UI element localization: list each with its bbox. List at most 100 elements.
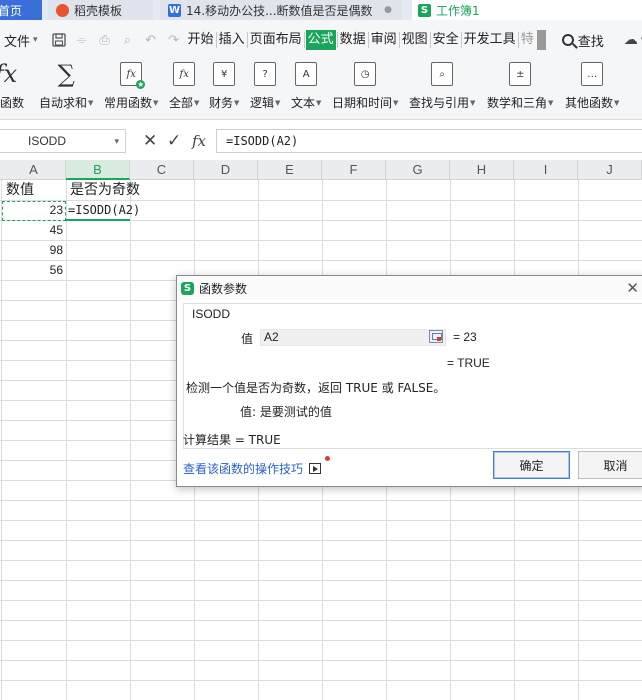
print-icon[interactable]: ⎙ [96,31,114,49]
ribbon-label: 文本 ▼ [291,94,321,111]
function-name: ISODD [192,307,231,321]
insert-function-icon[interactable]: fx [192,131,206,151]
ribbon-label-text: 文本 [291,96,316,110]
menu-divider [517,32,519,48]
grid-line [0,660,642,661]
formula-text: =ISODD(A2) [226,134,299,148]
dialog-title-bar[interactable]: S 函数参数 ✕ [177,276,642,300]
function-arguments-dialog: S 函数参数 ✕ ISODD 值 A2 = 23 = TRUE 检测一个值是否为… [176,275,642,487]
undo-icon[interactable]: ↶ [142,31,160,49]
menu-divider [398,32,400,48]
tab-daoke-templates[interactable]: 稻壳模板 [48,0,153,20]
range-picker-icon[interactable] [429,330,443,343]
confirm-entry-icon[interactable]: ✓ [167,131,181,151]
column-header-d[interactable]: D [194,160,258,180]
menu-insert[interactable]: 插入 [218,30,246,50]
ribbon-lookup-reference[interactable]: ⌕ 查找与引用 ▼ [409,62,475,111]
menu-home[interactable]: 开始 [187,30,215,50]
tab-home[interactable]: 首页 [0,0,42,20]
ribbon-label: 日期和时间 ▼ [332,94,398,111]
cell-a5[interactable]: 56 [2,261,66,280]
ribbon-date-time[interactable]: ◷ 日期和时间 ▼ [332,62,398,111]
ribbon-label: 财务 ▼ [209,94,239,111]
yen-icon: ¥ [213,62,236,86]
dropdown-arrow-icon: ▼ [194,98,200,107]
column-header-a[interactable]: A [2,160,66,180]
ribbon-math-trig[interactable]: ± 数学和三角 ▼ [487,62,553,111]
dropdown-arrow-icon: ▼ [614,98,620,107]
ribbon-text[interactable]: A 文本 ▼ [291,62,321,111]
dropdown-arrow-icon: ▼ [153,98,159,107]
word-doc-icon: W [168,3,181,17]
menu-page-layout[interactable]: 页面布局 [249,30,303,50]
ribbon-autosum[interactable]: ∑ 自动求和 ▼ [39,60,93,111]
column-header-g[interactable]: G [386,160,450,180]
dropdown-arrow-icon: ▼ [548,98,554,107]
dropdown-arrow-icon: ▼ [316,98,322,107]
quick-access-toolbar: ⌯ ⎙ ⌕ ↶ ↷ [50,31,183,49]
menu-review[interactable]: 审阅 [370,30,398,50]
cell-b1[interactable]: 是否为奇数 [66,181,196,200]
cloud-sync-button[interactable]: ☁ ▾ [624,32,642,48]
ribbon-label-text: 常用函数 [104,96,153,110]
ribbon-label-text: 全部 [169,96,194,110]
name-box[interactable]: ISODD ▾ [0,129,126,153]
tab-workbook[interactable]: S 工作簿1 [412,0,642,20]
grid-line [0,620,642,621]
ribbon-common-functions[interactable]: fx ★ 常用函数 ▼ [104,62,158,111]
save-icon[interactable] [50,31,68,49]
menu-developer[interactable]: 开发工具 [463,30,517,50]
menu-divider [367,32,369,48]
grid-line [0,520,642,521]
menu-security[interactable]: 安全 [432,30,460,50]
column-header-e[interactable]: E [258,160,322,180]
search-button[interactable]: 查找 [561,31,604,50]
ribbon-other-functions[interactable]: … 其他函数 ▼ [565,62,619,111]
menu-formulas[interactable]: 公式 [305,30,336,50]
ribbon-label: 入函数 [0,94,24,111]
ribbon-all-functions[interactable]: fx 全部 ▼ [169,62,199,111]
function-result-preview: = TRUE [447,356,490,370]
menu-view[interactable]: 视图 [401,30,429,50]
ribbon-label-text: 查找与引用 [409,96,470,110]
ribbon-insert-function[interactable]: fx 入函数 [0,60,24,111]
ok-button[interactable]: 确定 [493,451,570,479]
tab-document[interactable]: W 14.移动办公技...断数值是否是偶数 ● [160,0,402,20]
cloud-icon: ☁ [623,32,638,48]
file-menu[interactable]: 文件 ▾ [4,31,38,50]
fx-all-icon: fx [173,62,196,86]
column-header-j[interactable]: J [578,160,642,180]
format-painter-icon[interactable]: ⌯ [73,31,91,49]
menu-data[interactable]: 数据 [339,30,367,50]
print-preview-icon[interactable]: ⌕ [119,31,137,49]
column-header-h[interactable]: H [450,160,514,180]
dropdown-arrow-icon: ▼ [393,98,399,107]
redo-icon[interactable]: ↷ [165,31,183,49]
column-header-c[interactable]: C [130,160,194,180]
column-header-i[interactable]: I [514,160,578,180]
grid-line [0,540,642,541]
function-tips-link[interactable]: 查看该函数的操作技巧 [183,460,322,477]
cell-a1[interactable]: 数值 [2,181,66,200]
ribbon-logical[interactable]: ? 逻辑 ▼ [250,62,280,111]
column-header-f[interactable]: F [322,160,386,180]
column-header-b[interactable]: B [66,160,130,180]
ribbon-label: 其他函数 ▼ [565,94,619,111]
argument-value-input[interactable]: A2 [260,329,446,346]
grid-line [0,680,642,681]
more-book-icon: … [581,62,604,86]
grid-line [0,560,642,561]
cancel-button[interactable]: 取消 [578,451,642,479]
dialog-title: 函数参数 [199,281,248,296]
menu-overflow-button[interactable] [536,30,546,50]
spreadsheet-icon: S [418,3,431,17]
video-play-icon [309,463,322,474]
close-icon[interactable]: ✕ [626,279,639,297]
cancel-entry-icon[interactable]: ✕ [143,131,157,151]
cell-a3[interactable]: 45 [2,221,66,240]
ribbon-financial[interactable]: ¥ 财务 ▼ [209,62,239,111]
formula-input[interactable]: =ISODD(A2) [216,129,642,153]
menu-special[interactable]: 特 [520,30,535,50]
dropdown-arrow-icon: ▼ [275,98,281,107]
cell-a4[interactable]: 98 [2,241,66,260]
